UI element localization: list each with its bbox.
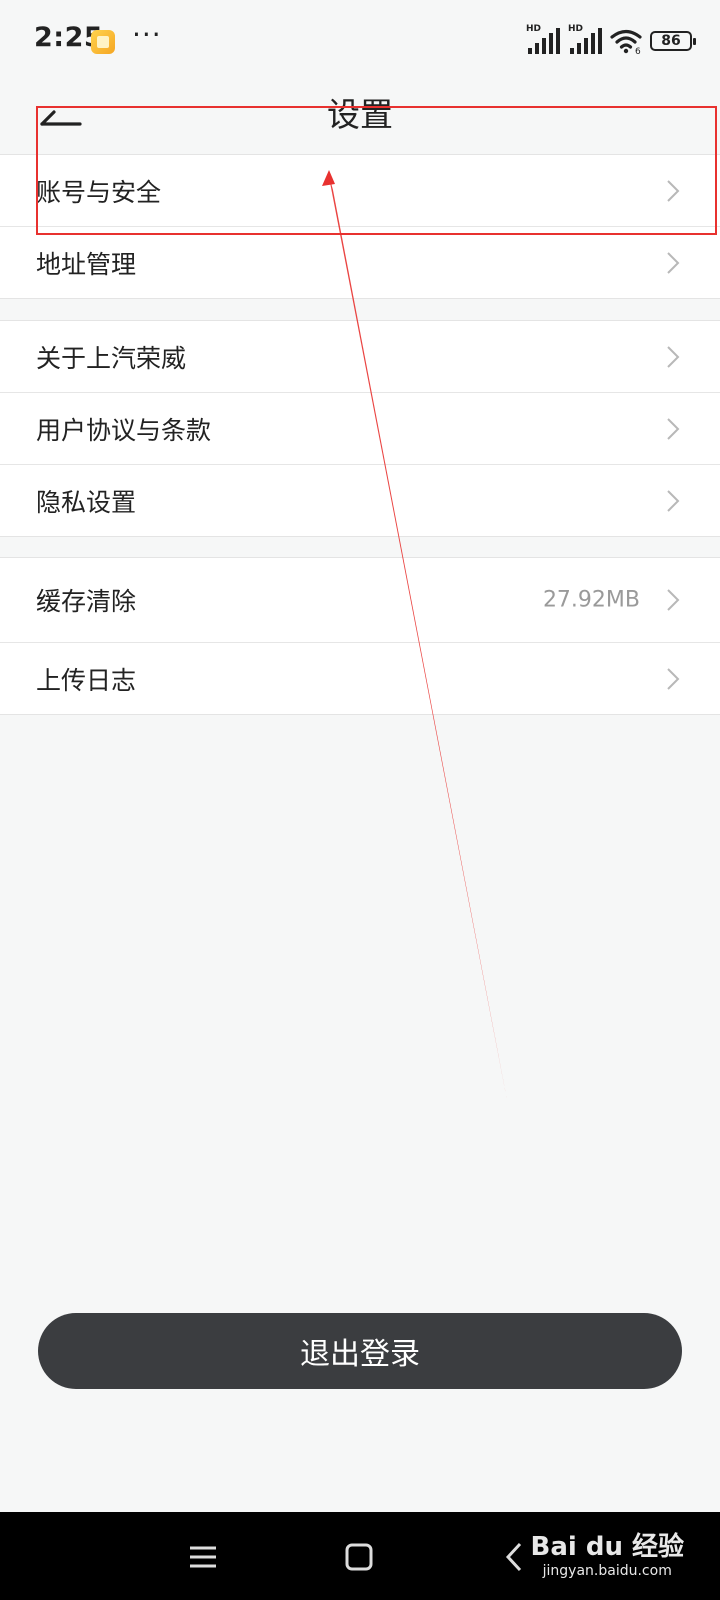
chevron-right-icon xyxy=(667,667,680,690)
chevron-right-icon xyxy=(667,179,680,202)
settings-item-address[interactable]: 地址管理 xyxy=(0,227,720,298)
signal-hd-label: HD xyxy=(526,24,542,34)
home-icon[interactable] xyxy=(342,1540,376,1574)
settings-item-clear-cache[interactable]: 缓存清除 27.92MB xyxy=(0,558,720,643)
chevron-right-icon xyxy=(667,489,680,512)
signal-hd-label: HD xyxy=(568,24,584,34)
settings-group-tools: 缓存清除 27.92MB 上传日志 xyxy=(0,557,720,715)
watermark-url: jingyan.baidu.com xyxy=(542,1563,672,1579)
settings-item-label: 缓存清除 xyxy=(36,587,137,616)
signal-icon: HD xyxy=(526,24,560,54)
logout-button[interactable]: 退出登录 xyxy=(38,1313,682,1389)
more-notifications-icon: ··· xyxy=(132,18,162,51)
watermark: Bai du 经验 jingyan.baidu.com xyxy=(531,1526,685,1579)
system-nav-bar: Bai du 经验 jingyan.baidu.com xyxy=(0,1512,720,1600)
settings-item-user-agreement[interactable]: 用户协议与条款 xyxy=(0,393,720,465)
status-icons: HD HD 6 86 xyxy=(526,24,696,57)
settings-item-label: 地址管理 xyxy=(36,249,137,279)
settings-item-about[interactable]: 关于上汽荣威 xyxy=(0,321,720,393)
settings-item-label: 账号与安全 xyxy=(36,177,162,207)
chevron-right-icon xyxy=(667,589,680,611)
page-title: 设置 xyxy=(327,95,393,134)
watermark-brand: Bai du 经验 xyxy=(530,1532,685,1562)
settings-item-label: 上传日志 xyxy=(36,665,137,695)
chevron-right-icon xyxy=(667,345,680,368)
settings-item-account-security[interactable]: 账号与安全 xyxy=(0,155,720,227)
settings-item-label: 关于上汽荣威 xyxy=(36,343,187,373)
settings-group-about: 关于上汽荣威 用户协议与条款 隐私设置 xyxy=(0,320,720,537)
wifi-icon: 6 xyxy=(610,28,642,57)
battery-level: 86 xyxy=(661,33,681,49)
chevron-right-icon xyxy=(667,251,680,274)
settings-item-upload-log[interactable]: 上传日志 xyxy=(0,643,720,714)
chevron-right-icon xyxy=(667,417,680,440)
settings-item-privacy[interactable]: 隐私设置 xyxy=(0,465,720,536)
back-icon[interactable] xyxy=(498,1540,532,1574)
settings-group-account: 账号与安全 地址管理 xyxy=(0,154,720,299)
settings-item-label: 隐私设置 xyxy=(36,487,137,517)
wifi-badge: 6 xyxy=(635,47,641,54)
battery-icon: 86 xyxy=(650,31,696,51)
menu-icon[interactable] xyxy=(186,1540,220,1574)
signal-icon: HD xyxy=(568,24,602,54)
settings-item-label: 用户协议与条款 xyxy=(36,415,212,445)
cache-size-value: 27.92MB xyxy=(542,587,640,613)
app-notification-icon xyxy=(91,30,115,54)
status-bar: 2:25 ··· HD HD 6 86 xyxy=(0,0,720,86)
